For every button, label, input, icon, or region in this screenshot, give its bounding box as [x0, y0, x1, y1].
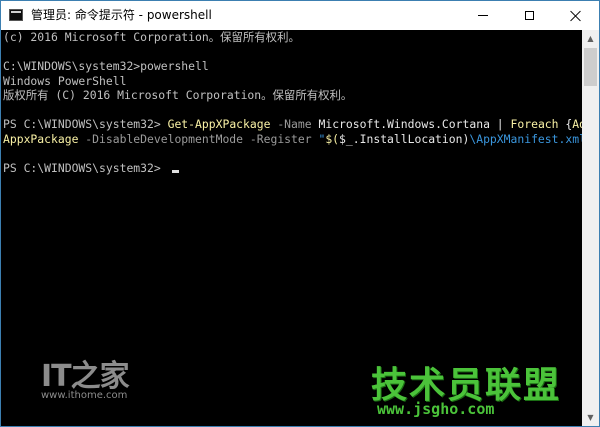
install-location: .InstallLocation) — [352, 131, 470, 146]
command-line-1: PS C:\WINDOWS\system32> Get-AppXPackage … — [3, 117, 582, 132]
minimize-button[interactable] — [460, 1, 506, 30]
cmdlet-add-cont: AppxPackage — [3, 131, 79, 146]
final-prompt-line[interactable]: PS C:\WINDOWS\system32> — [3, 161, 582, 176]
powershell-window: 管理员: 命令提示符 - powershell (c) 2016 Microso… — [0, 0, 600, 427]
command-line-2: AppxPackage -DisableDevelopmentMode -Reg… — [3, 132, 582, 147]
title-bar[interactable]: 管理员: 命令提示符 - powershell — [1, 1, 599, 30]
vertical-scrollbar[interactable]: ▲ ▼ — [582, 30, 599, 426]
maximize-icon — [524, 11, 534, 20]
console-line: C:\WINDOWS\system32>powershell — [3, 59, 209, 73]
param-register: -Register — [243, 131, 319, 146]
subexpression-open: $( — [325, 131, 340, 146]
param-name: -Name — [270, 117, 319, 131]
console-line: Windows PowerShell — [3, 73, 127, 88]
cmdlet-add-start: Add- — [572, 117, 582, 131]
brace-open: { — [558, 117, 573, 131]
cmdlet-get-appxpackage: Get-AppXPackage — [167, 117, 271, 131]
pipeline-variable: $_ — [339, 131, 353, 146]
text-cursor — [171, 169, 179, 173]
scroll-thumb[interactable] — [584, 48, 597, 86]
scroll-down-icon[interactable]: ▼ — [582, 409, 599, 426]
jsgho-url: www.jsgho.com — [377, 400, 495, 418]
prompt: PS C:\WINDOWS\system32> — [3, 117, 168, 131]
console-line: 版权所有 (C) 2016 Microsoft Corporation。保留所有… — [3, 88, 353, 102]
minimize-icon — [478, 15, 488, 16]
window-title: 管理员: 命令提示符 - powershell — [31, 8, 212, 22]
param-disable-dev-mode: -DisableDevelopmentMode — [78, 131, 244, 146]
maximize-button[interactable] — [506, 1, 552, 30]
cmdlet-foreach: Foreach — [510, 117, 559, 131]
manifest-path: \AppXManifest.xml — [469, 131, 582, 146]
close-button[interactable] — [553, 1, 599, 30]
jsgho-watermark: 技术员联盟 www.jsgho.com — [371, 356, 571, 421]
console-line: (c) 2016 Microsoft Corporation。保留所有权利。 — [3, 30, 300, 44]
scroll-up-icon[interactable]: ▲ — [582, 30, 599, 47]
console-icon — [9, 9, 23, 21]
package-name: Microsoft.Windows.Cortana — [318, 117, 490, 131]
close-icon — [570, 10, 582, 22]
ithome-watermark: IT之家 www.ithome.com — [41, 351, 151, 411]
pipe-operator: | — [489, 117, 511, 131]
ithome-logo: IT之家 — [41, 359, 130, 394]
ithome-url: www.ithome.com — [41, 390, 128, 401]
final-prompt: PS C:\WINDOWS\system32> — [3, 160, 168, 175]
